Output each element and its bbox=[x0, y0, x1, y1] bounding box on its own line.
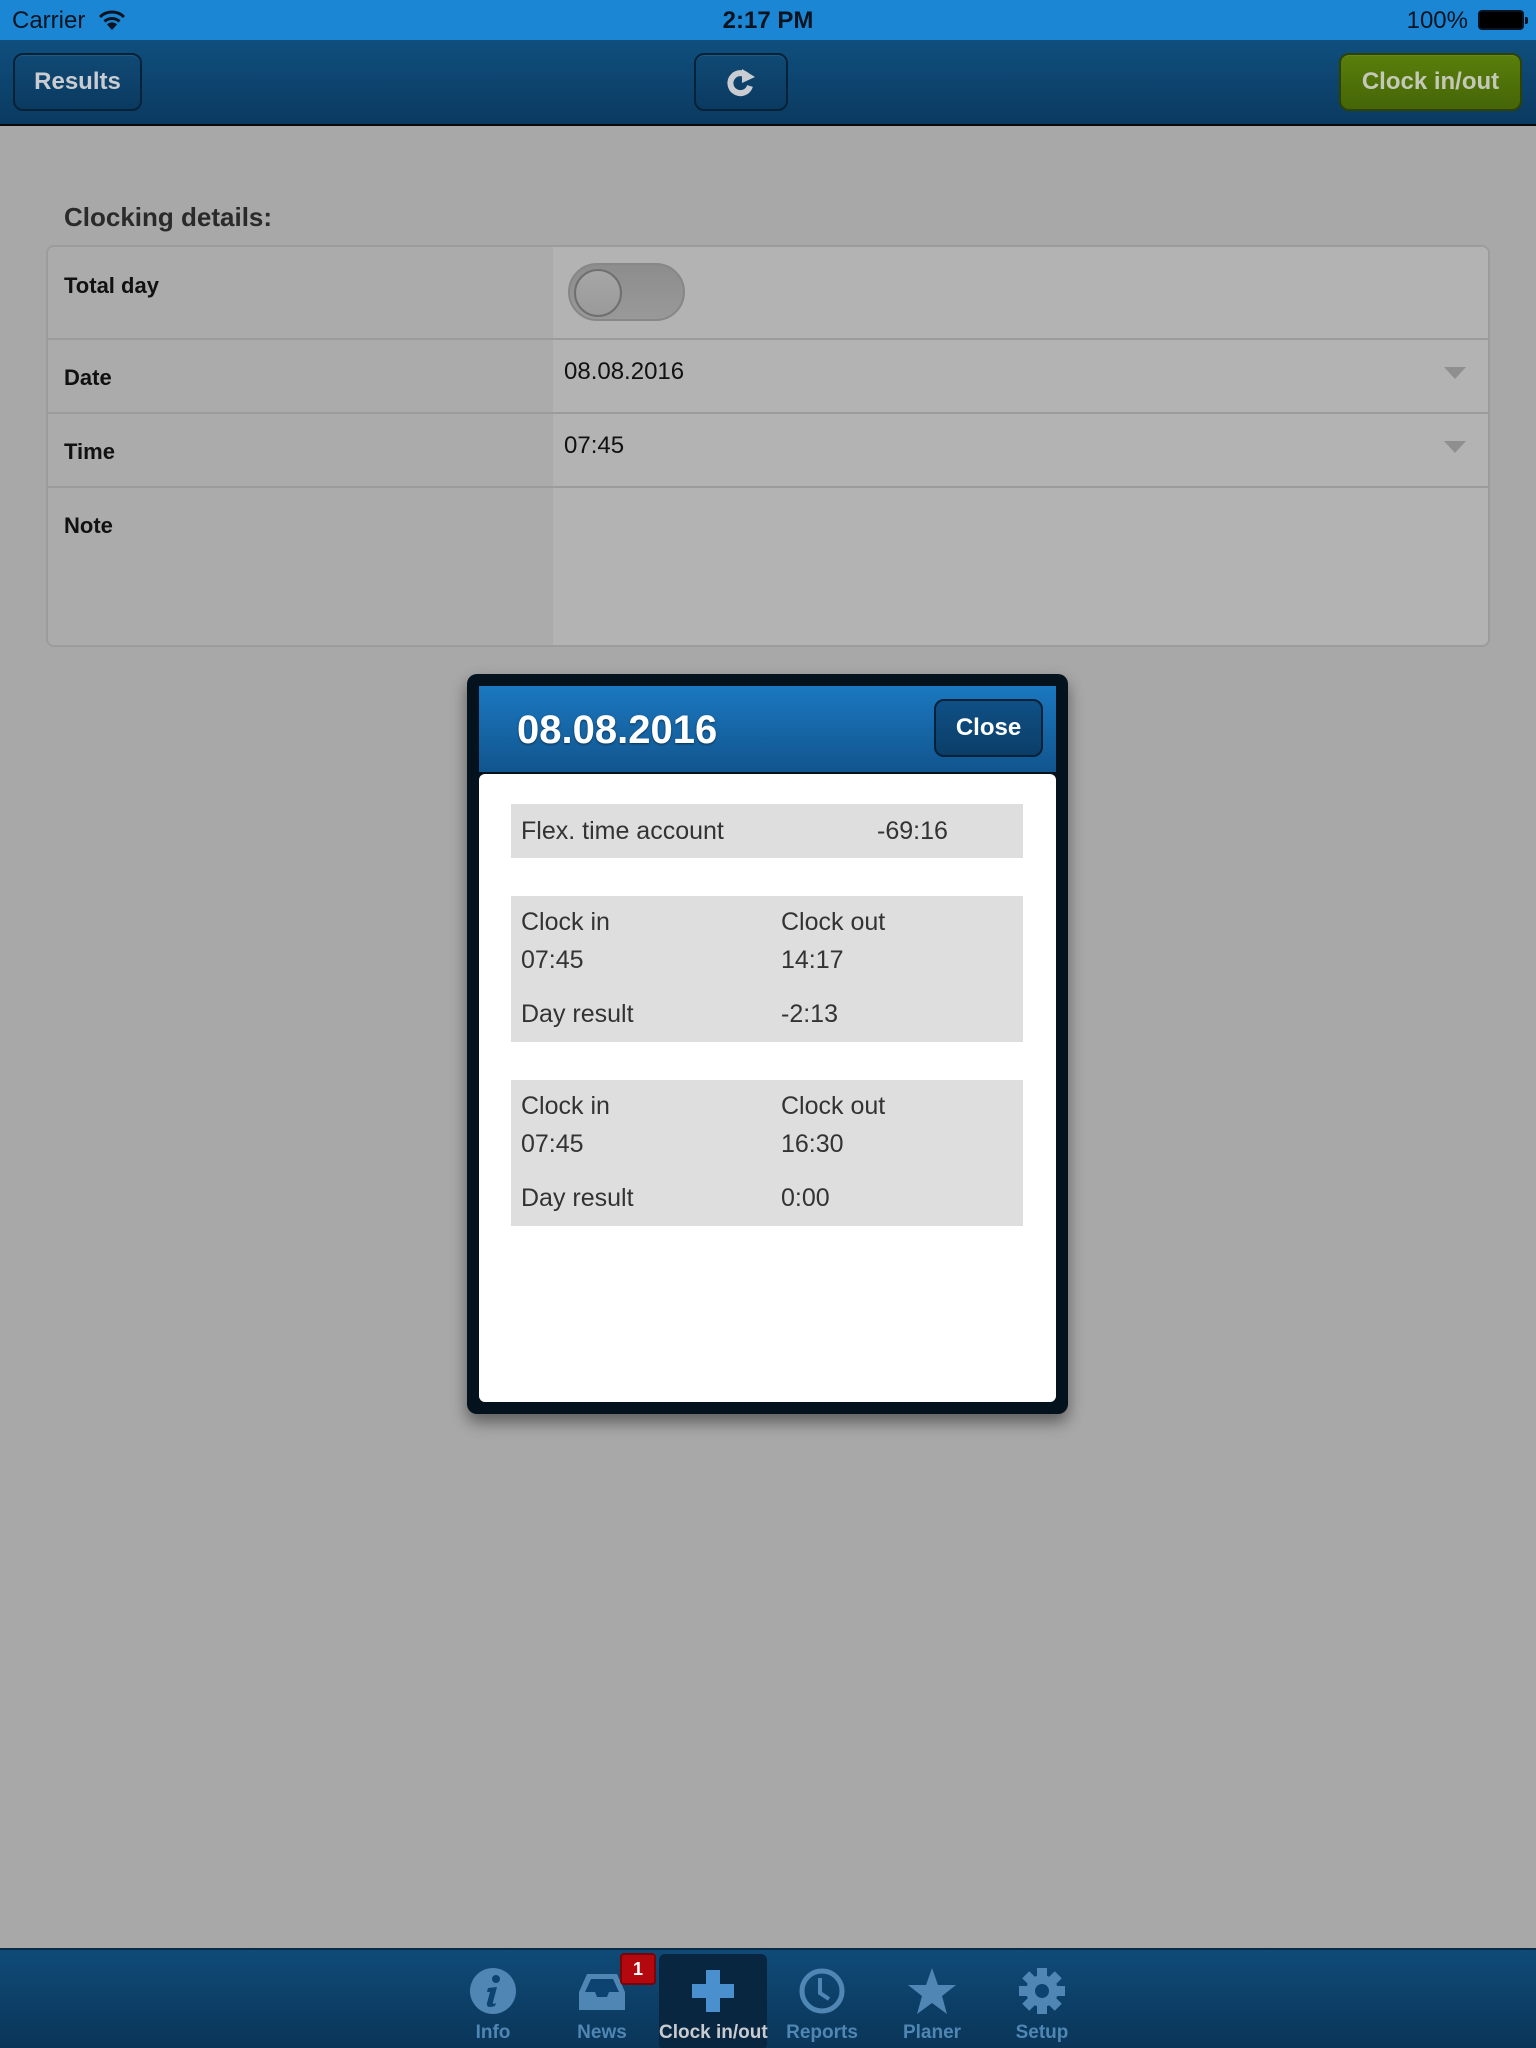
day-result-value: 0:00 bbox=[781, 1184, 830, 1212]
note-label: Note bbox=[64, 513, 113, 538]
battery-percent: 100% bbox=[1406, 7, 1468, 34]
star-icon bbox=[908, 1968, 956, 2014]
tab-label: Setup bbox=[1015, 2022, 1069, 2043]
section-title: Clocking details: bbox=[64, 202, 273, 232]
tab-planer[interactable]: Planer bbox=[878, 1954, 986, 2048]
clock-in-value: 07:45 bbox=[521, 946, 584, 974]
clock-in-label: Clock in bbox=[521, 1092, 610, 1120]
time-label: Time bbox=[64, 439, 115, 464]
info-icon bbox=[470, 1968, 516, 2014]
day-result-label: Day result bbox=[521, 1000, 634, 1028]
tab-label: Info bbox=[475, 2022, 511, 2043]
tab-setup[interactable]: Setup bbox=[988, 1954, 1096, 2048]
time-select[interactable]: 07:45 bbox=[553, 414, 1488, 486]
day-result-label: Day result bbox=[521, 1184, 634, 1212]
battery-icon bbox=[1478, 10, 1528, 30]
date-select[interactable]: 08.08.2016 bbox=[553, 340, 1488, 412]
tab-info[interactable]: Info bbox=[439, 1954, 547, 2048]
refresh-icon bbox=[727, 69, 755, 97]
tab-reports[interactable]: Reports bbox=[768, 1954, 876, 2048]
clock-out-value: 16:30 bbox=[781, 1130, 844, 1158]
dialog-body: Flex. time account -69:16 Clock in Clock… bbox=[479, 774, 1056, 1402]
dialog-header: 08.08.2016 Close bbox=[479, 686, 1056, 772]
clock-out-value: 14:17 bbox=[781, 946, 844, 974]
flex-time-value: -69:16 bbox=[877, 817, 948, 845]
chevron-down-icon bbox=[1444, 441, 1466, 453]
tab-label: News bbox=[577, 2022, 627, 2043]
total-day-toggle[interactable] bbox=[568, 263, 685, 321]
flex-time-label: Flex. time account bbox=[521, 817, 724, 845]
tab-clock-in-out[interactable]: Clock in/out bbox=[659, 1954, 768, 2048]
clock-out-label: Clock out bbox=[781, 1092, 886, 1120]
clock-icon bbox=[799, 1968, 845, 2014]
clock-in-value: 07:45 bbox=[521, 1130, 584, 1158]
clock-in-label: Clock in bbox=[521, 908, 610, 936]
total-day-cell bbox=[553, 247, 1488, 338]
note-input[interactable] bbox=[553, 488, 1488, 645]
time-value: 07:45 bbox=[564, 432, 625, 459]
plus-icon bbox=[692, 1970, 734, 2012]
dialog-title: 08.08.2016 bbox=[517, 708, 718, 752]
clock-entry: Clock in Clock out 07:45 16:30 Day resul… bbox=[511, 1080, 1023, 1226]
flex-time-block: Flex. time account -69:16 bbox=[511, 804, 1023, 858]
clocking-details-form: Total day Date 08.08.2016 Time 07:45 Not… bbox=[46, 245, 1490, 647]
tab-label: Clock in/out bbox=[659, 2022, 768, 2043]
tab-bar: Info News Clock in/out Reports Planer Se… bbox=[0, 1948, 1536, 2048]
clock-out-label: Clock out bbox=[781, 908, 886, 936]
date-value: 08.08.2016 bbox=[564, 358, 685, 385]
gear-icon bbox=[1019, 1968, 1065, 2014]
tab-label: Reports bbox=[786, 2022, 858, 2043]
day-details-dialog: 08.08.2016 Close Flex. time account -69:… bbox=[467, 674, 1068, 1414]
note-row: Note bbox=[48, 488, 1488, 645]
date-row: Date 08.08.2016 bbox=[48, 340, 1488, 414]
toggle-knob bbox=[574, 269, 622, 317]
status-bar: Carrier 2:17 PM 100% bbox=[0, 0, 1536, 40]
day-result-value: -2:13 bbox=[781, 1000, 838, 1028]
clock-entry: Clock in Clock out 07:45 14:17 Day resul… bbox=[511, 896, 1023, 1042]
refresh-button[interactable] bbox=[694, 53, 788, 111]
tab-label: Planer bbox=[902, 2022, 962, 2043]
date-label: Date bbox=[64, 365, 112, 390]
status-time: 2:17 PM bbox=[722, 7, 814, 34]
news-badge: 1 bbox=[620, 1953, 656, 1985]
chevron-down-icon bbox=[1444, 367, 1466, 379]
toolbar: Results Clock in/out bbox=[0, 40, 1536, 126]
results-button[interactable]: Results bbox=[13, 53, 142, 111]
close-button[interactable]: Close bbox=[934, 699, 1043, 757]
clock-in-out-button[interactable]: Clock in/out bbox=[1339, 53, 1522, 111]
total-day-label: Total day bbox=[64, 273, 159, 298]
time-row: Time 07:45 bbox=[48, 414, 1488, 488]
total-day-row: Total day bbox=[48, 247, 1488, 340]
